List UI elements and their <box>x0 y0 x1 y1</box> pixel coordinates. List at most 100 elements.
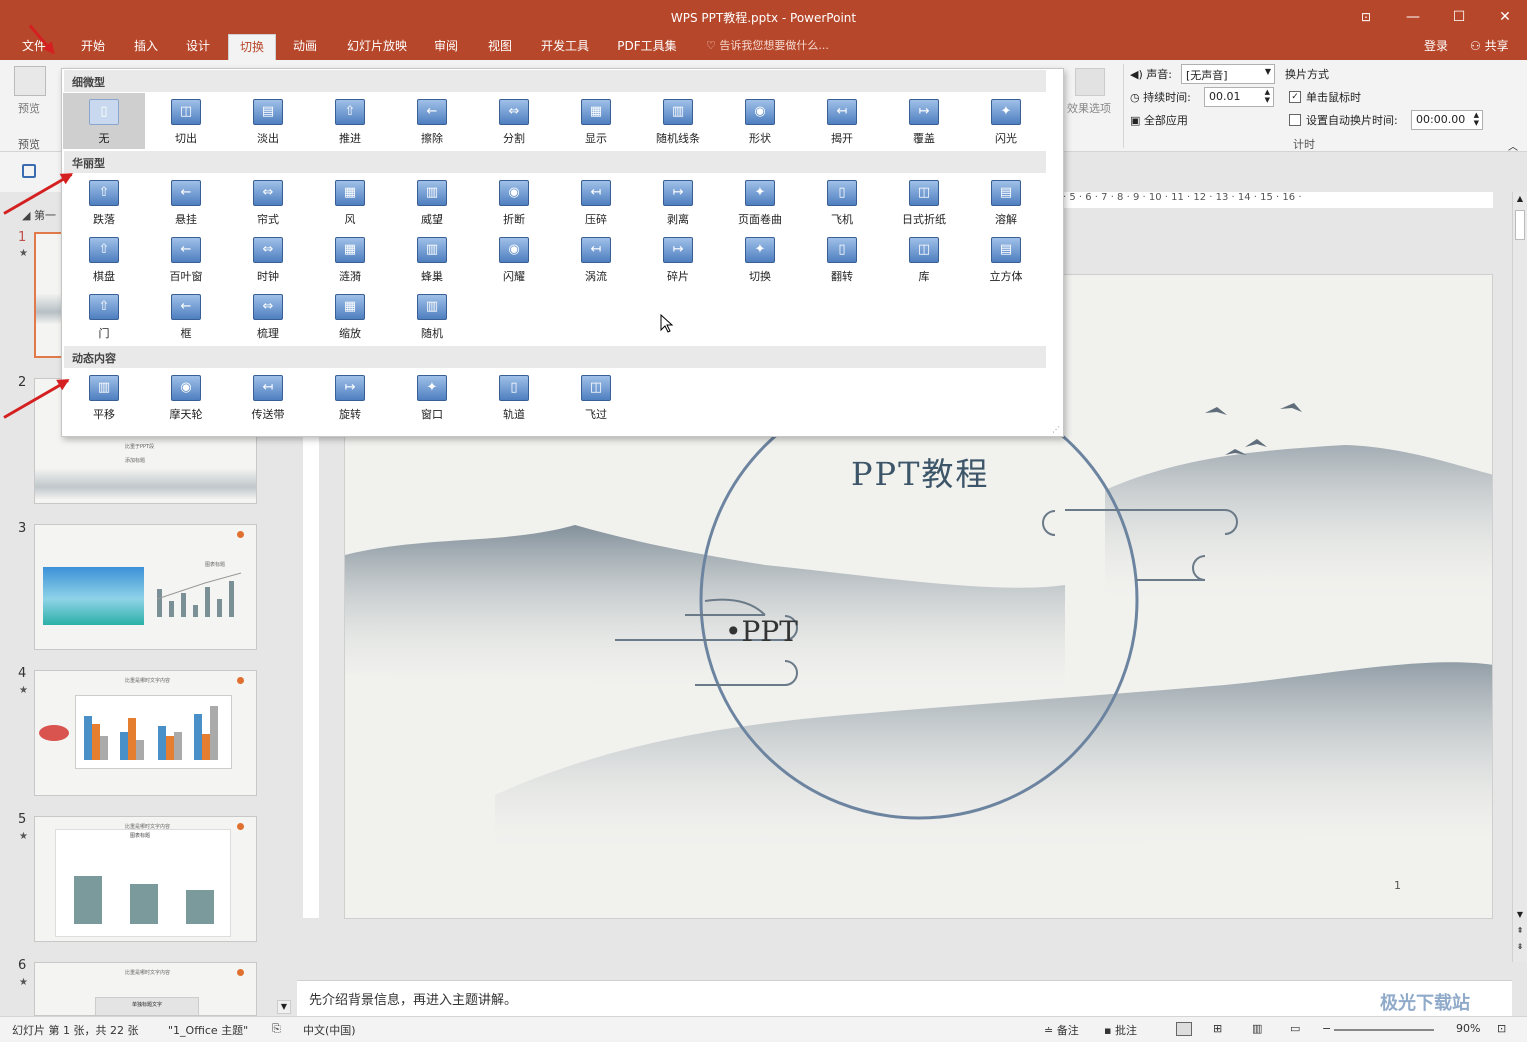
tab-animations[interactable]: 动画 <box>284 34 326 60</box>
minimize-button[interactable]: — <box>1403 7 1423 27</box>
transition-dynamic-0[interactable]: ▥ 平移 <box>63 369 145 425</box>
transition-exciting-6[interactable]: ↤ 压碎 <box>555 174 637 230</box>
transition-exciting-13[interactable]: ← 百叶窗 <box>145 231 227 287</box>
notes-pane[interactable]: 先介绍背景信息，再进入主题讲解。 <box>297 980 1512 1016</box>
transition-dynamic-2[interactable]: ↤ 传送带 <box>227 369 309 425</box>
spinner-icon[interactable]: ▲ ▼ <box>1474 111 1479 127</box>
transition-exciting-0[interactable]: ⇧ 跌落 <box>63 174 145 230</box>
ribbon-display-options-icon[interactable]: ⊡ <box>1356 7 1376 27</box>
transition-exciting-17[interactable]: ◉ 闪耀 <box>473 231 555 287</box>
vertical-scrollbar[interactable]: ▲ ▼ ⇞ ⇟ <box>1512 192 1527 962</box>
transition-subtle-1[interactable]: ◫ 切出 <box>145 93 227 149</box>
transition-exciting-15[interactable]: ▦ 涟漪 <box>309 231 391 287</box>
slide-thumbnail-4[interactable]: 比重是哪时文字内容 <box>34 670 257 796</box>
transition-subtle-7[interactable]: ▥ 随机线条 <box>637 93 719 149</box>
transition-subtle-2[interactable]: ▤ 淡出 <box>227 93 309 149</box>
apply-all-button[interactable]: ▣ 全部应用 <box>1130 112 1188 128</box>
transition-subtle-9[interactable]: ↤ 揭开 <box>801 93 883 149</box>
maximize-button[interactable]: ☐ <box>1449 7 1469 27</box>
preview-button-label[interactable]: 预览 <box>18 100 40 116</box>
transition-dynamic-4[interactable]: ✦ 窗口 <box>391 369 473 425</box>
zoom-level[interactable]: 90% <box>1456 1022 1480 1035</box>
transition-exciting-2[interactable]: ⇔ 帘式 <box>227 174 309 230</box>
transition-exciting-19[interactable]: ↦ 碎片 <box>637 231 719 287</box>
transition-subtle-6[interactable]: ▦ 显示 <box>555 93 637 149</box>
preview-icon[interactable] <box>14 66 46 96</box>
notes-toggle[interactable]: ≐ 备注 <box>1044 1022 1079 1038</box>
transition-dynamic-6[interactable]: ◫ 飞过 <box>555 369 637 425</box>
transition-exciting-18[interactable]: ↤ 涡流 <box>555 231 637 287</box>
transition-exciting-27[interactable]: ▦ 缩放 <box>309 288 391 344</box>
transition-exciting-14[interactable]: ⇔ 时钟 <box>227 231 309 287</box>
tab-home[interactable]: 开始 <box>70 34 116 60</box>
pane-scroll-down-icon[interactable]: ▼ <box>277 1000 291 1014</box>
fit-window-icon[interactable]: ⊡ <box>1497 1022 1506 1035</box>
transition-subtle-5[interactable]: ⇔ 分割 <box>473 93 555 149</box>
transition-exciting-20[interactable]: ✦ 切换 <box>719 231 801 287</box>
tab-slideshow[interactable]: 幻灯片放映 <box>338 34 416 60</box>
slideshow-icon[interactable]: ▭ <box>1290 1022 1300 1035</box>
transition-dynamic-5[interactable]: ▯ 轨道 <box>473 369 555 425</box>
slide-thumbnail-5[interactable]: 比重是哪时文字内容 图表标题 <box>34 816 257 942</box>
zoom-out-icon[interactable]: − <box>1322 1022 1331 1035</box>
tab-pdf-tools[interactable]: PDF工具集 <box>608 34 686 60</box>
on-click-checkbox[interactable]: ✓ <box>1289 91 1301 103</box>
tab-transitions[interactable]: 切换 <box>228 34 276 60</box>
tab-developer[interactable]: 开发工具 <box>532 34 598 60</box>
transition-exciting-9[interactable]: ▯ 飞机 <box>801 174 883 230</box>
comments-toggle[interactable]: ▪ 批注 <box>1104 1022 1137 1038</box>
transition-exciting-4[interactable]: ▥ 威望 <box>391 174 473 230</box>
close-button[interactable]: ✕ <box>1495 7 1515 27</box>
transition-exciting-8[interactable]: ✦ 页面卷曲 <box>719 174 801 230</box>
notes-text[interactable]: 先介绍背景信息，再进入主题讲解。 <box>309 989 517 1008</box>
transition-exciting-23[interactable]: ▤ 立方体 <box>965 231 1047 287</box>
transition-exciting-26[interactable]: ⇔ 梳理 <box>227 288 309 344</box>
section-header[interactable]: ◢ 第一 <box>22 207 56 223</box>
slide-bullet-text[interactable]: •PPT <box>725 615 798 648</box>
transition-exciting-25[interactable]: ← 框 <box>145 288 227 344</box>
scroll-up-icon[interactable]: ▲ <box>1514 194 1526 206</box>
transition-exciting-5[interactable]: ◉ 折断 <box>473 174 555 230</box>
transition-exciting-1[interactable]: ← 悬挂 <box>145 174 227 230</box>
transition-exciting-11[interactable]: ▤ 溶解 <box>965 174 1047 230</box>
transition-exciting-7[interactable]: ↦ 剥离 <box>637 174 719 230</box>
duration-input[interactable]: 00.01 ▲ ▼ <box>1204 87 1274 107</box>
slide-title[interactable]: PPT教程 <box>851 449 989 495</box>
transition-exciting-16[interactable]: ▥ 蜂巢 <box>391 231 473 287</box>
transition-dynamic-1[interactable]: ◉ 摩天轮 <box>145 369 227 425</box>
reading-view-icon[interactable]: ▥ <box>1252 1022 1262 1035</box>
transition-exciting-28[interactable]: ▥ 随机 <box>391 288 473 344</box>
previous-slide-icon[interactable]: ⇞ <box>1514 926 1526 938</box>
transition-subtle-4[interactable]: ← 擦除 <box>391 93 473 149</box>
tab-view[interactable]: 视图 <box>478 34 522 60</box>
share-button[interactable]: ⚇ 共享 <box>1464 36 1515 58</box>
effect-options-icon[interactable] <box>1075 68 1105 96</box>
tab-insert[interactable]: 插入 <box>124 34 168 60</box>
slide-sorter-icon[interactable]: ⊞ <box>1213 1022 1222 1035</box>
tab-design[interactable]: 设计 <box>176 34 220 60</box>
login-link[interactable]: 登录 <box>1424 34 1448 58</box>
spinner-icon[interactable]: ▲ ▼ <box>1265 88 1270 104</box>
transition-subtle-10[interactable]: ↦ 覆盖 <box>883 93 965 149</box>
scroll-thumb[interactable] <box>1515 210 1525 240</box>
sound-select[interactable]: [无声音] ▼ <box>1181 64 1275 84</box>
next-slide-icon[interactable]: ⇟ <box>1514 942 1526 954</box>
transition-subtle-0[interactable]: ▯ 无 <box>63 93 145 149</box>
collapse-ribbon-icon[interactable]: ︿ <box>1508 138 1518 153</box>
transition-exciting-21[interactable]: ▯ 翻转 <box>801 231 883 287</box>
transition-exciting-3[interactable]: ▦ 风 <box>309 174 391 230</box>
transition-subtle-3[interactable]: ⇧ 推进 <box>309 93 391 149</box>
normal-view-icon[interactable] <box>1176 1022 1192 1036</box>
auto-after-input[interactable]: 00:00.00 ▲ ▼ <box>1411 110 1483 130</box>
resize-grip-icon[interactable]: ⋰ <box>1052 425 1060 434</box>
transition-subtle-8[interactable]: ◉ 形状 <box>719 93 801 149</box>
transition-exciting-12[interactable]: ⇧ 棋盘 <box>63 231 145 287</box>
transition-dynamic-3[interactable]: ↦ 旋转 <box>309 369 391 425</box>
transition-exciting-10[interactable]: ◫ 日式折纸 <box>883 174 965 230</box>
zoom-slider[interactable] <box>1334 1029 1434 1031</box>
save-icon[interactable] <box>22 164 36 178</box>
spellcheck-icon[interactable]: ⎘ <box>272 1022 281 1036</box>
slide-thumbnail-3[interactable]: 图表标题 <box>34 524 257 650</box>
transition-exciting-24[interactable]: ⇧ 门 <box>63 288 145 344</box>
scroll-down-icon[interactable]: ▼ <box>1514 910 1526 922</box>
